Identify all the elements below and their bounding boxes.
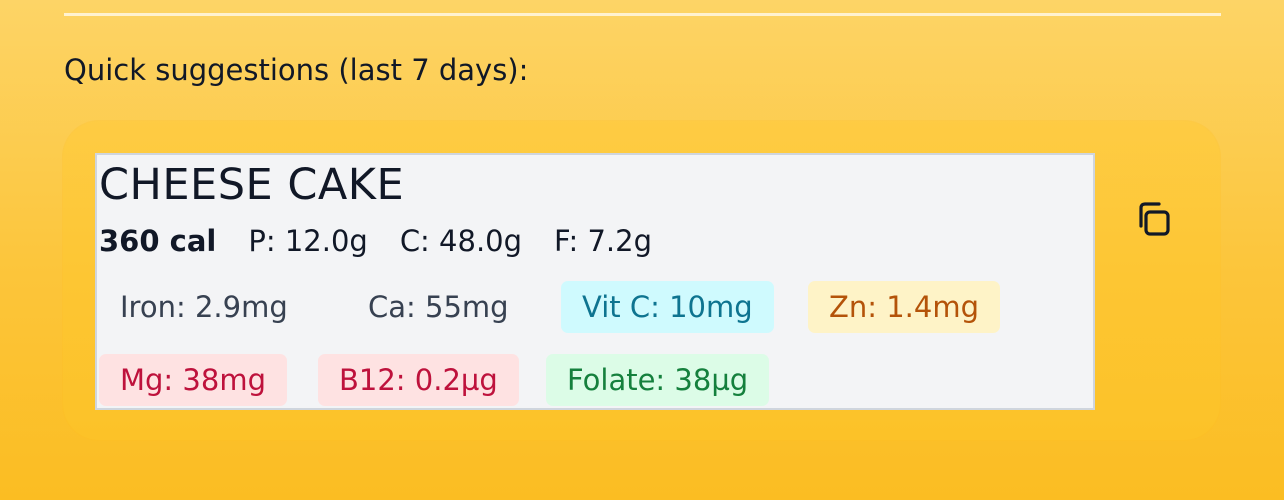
macro-summary: 360 cal P: 12.0g C: 48.0g F: 7.2g (99, 221, 684, 261)
nutrient-chip-calcium: Ca: 55mg (368, 290, 509, 324)
nutrient-chip-iron: Iron: 2.9mg (120, 290, 288, 324)
carbs-value: C: 48.0g (399, 224, 523, 258)
copy-button[interactable] (1124, 190, 1182, 248)
suggestion-item[interactable]: CHEESE CAKE 360 cal P: 12.0g C: 48.0g F:… (95, 153, 1095, 410)
food-name: CHEESE CAKE (99, 160, 405, 210)
calories-value: 360 cal (99, 224, 217, 258)
section-divider (64, 13, 1221, 16)
copy-icon (1139, 202, 1170, 236)
nutrient-chip-b12: B12: 0.2µg (318, 354, 519, 406)
section-title: Quick suggestions (last 7 days): (64, 53, 529, 87)
nutrient-chip-zinc: Zn: 1.4mg (808, 281, 1001, 333)
nutrient-chip-vit-c: Vit C: 10mg (561, 281, 774, 333)
protein-value: P: 12.0g (248, 224, 368, 258)
nutrient-chip-folate: Folate: 38µg (546, 354, 770, 406)
fat-value: F: 7.2g (554, 224, 652, 258)
nutrient-chip-magnesium: Mg: 38mg (99, 354, 287, 406)
